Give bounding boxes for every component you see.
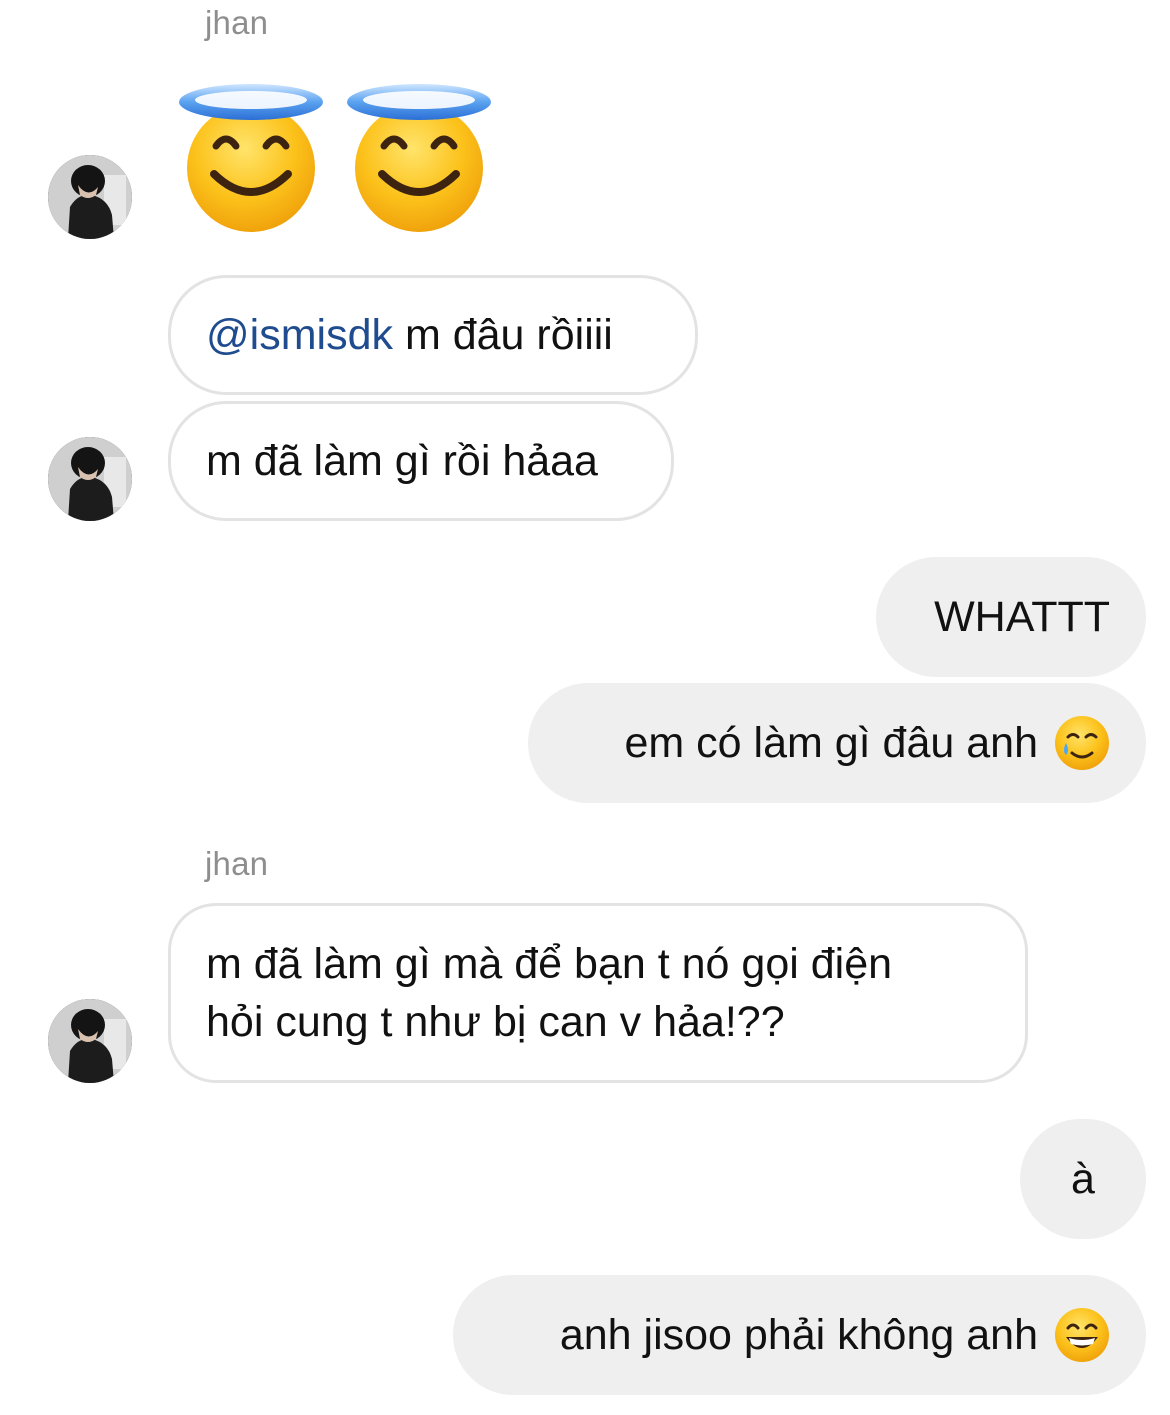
message-bubble-incoming[interactable]: m đã làm gì rồi hảaa <box>168 401 674 521</box>
smiling-face-with-halo-icon <box>176 82 326 234</box>
message-text-line: m đã làm gì mà để bạn t nó gọi điện <box>206 940 893 988</box>
message-text-line: hỏi cung t như bị can v hảa!?? <box>206 998 785 1046</box>
avatar[interactable] <box>48 437 132 521</box>
message-bubble-outgoing[interactable]: WHATTT <box>876 557 1146 677</box>
message-text: anh jisoo phải không anh <box>559 1311 1038 1359</box>
message-bubble-incoming[interactable]: @ismisdk m đâu rồiiii <box>168 275 698 395</box>
smiling-face-with-halo-icon <box>344 82 494 234</box>
grinning-face-icon <box>1054 1307 1110 1363</box>
message-bubble-outgoing[interactable]: em có làm gì đâu anh <box>528 683 1146 803</box>
avatar[interactable] <box>48 999 132 1083</box>
mention-link[interactable]: @ismisdk <box>206 306 393 364</box>
message-text: à <box>1071 1155 1095 1203</box>
message-bubble-incoming[interactable]: m đã làm gì mà để bạn t nó gọi điện hỏi … <box>168 903 1028 1083</box>
message-text: m đâu rồiiii <box>393 311 613 359</box>
sender-name: jhan <box>205 4 269 41</box>
message-bubble-outgoing[interactable]: à <box>1020 1119 1146 1239</box>
smiling-face-with-tear-icon <box>1054 715 1110 771</box>
message-text: em có làm gì đâu anh <box>624 719 1038 767</box>
avatar[interactable] <box>48 155 132 239</box>
message-text: m đã làm gì rồi hảaa <box>206 437 598 485</box>
message-text: WHATTT <box>934 593 1110 641</box>
sender-name: jhan <box>205 845 269 882</box>
message-bubble-outgoing[interactable]: anh jisoo phải không anh <box>453 1275 1146 1395</box>
